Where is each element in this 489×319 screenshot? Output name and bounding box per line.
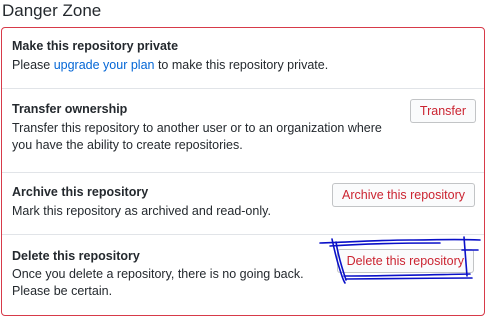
archive-repository-heading: Archive this repository [12, 185, 149, 199]
delete-repository-heading: Delete this repository [12, 249, 140, 263]
upgrade-plan-link[interactable]: upgrade your plan [54, 58, 155, 72]
delete-repository-row: Delete this repository Once you delete a… [2, 235, 484, 315]
make-private-heading: Make this repository private [12, 39, 179, 53]
transfer-ownership-description: Transfer this repository to another user… [12, 121, 382, 152]
make-private-desc-prefix: Please [12, 58, 54, 72]
delete-repository-description: Once you delete a repository, there is n… [12, 267, 304, 298]
delete-repository-button[interactable]: Delete this repository [336, 249, 474, 273]
archive-repository-row: Archive this repository Mark this reposi… [2, 173, 484, 235]
danger-zone-title: Danger Zone [2, 1, 102, 20]
make-private-description: Please upgrade your plan to make this re… [12, 57, 402, 74]
make-private-desc-suffix: to make this repository private. [154, 58, 329, 72]
transfer-ownership-heading: Transfer ownership [12, 102, 128, 116]
transfer-button[interactable]: Transfer [409, 99, 476, 123]
transfer-ownership-row: Transfer ownership Transfer this reposit… [2, 89, 484, 173]
archive-repository-button[interactable]: Archive this repository [332, 183, 475, 207]
make-private-row: Make this repository private Please upgr… [2, 28, 484, 89]
danger-zone-box: Make this repository private Please upgr… [1, 27, 485, 316]
